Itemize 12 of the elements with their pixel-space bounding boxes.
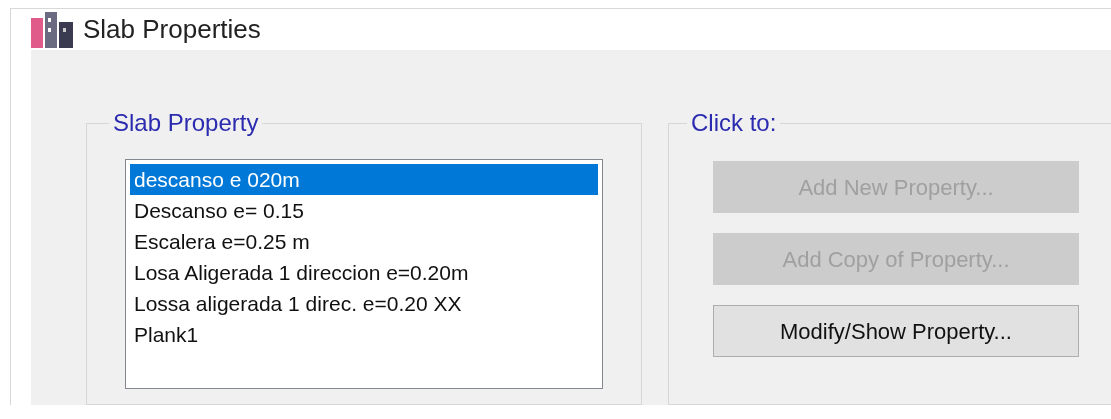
action-button[interactable]: Modify/Show Property... — [713, 305, 1079, 357]
group-title: Click to: — [690, 108, 778, 138]
list-item[interactable]: Plank1 — [130, 319, 598, 350]
window-title: Slab Properties — [83, 13, 261, 46]
list-item[interactable]: descanso e 020m — [130, 164, 598, 195]
group-title: Slab Property — [112, 108, 260, 138]
app-icon — [31, 11, 73, 48]
list-item[interactable]: Lossa aligerada 1 direc. e=0.20 XX — [130, 288, 598, 319]
property-list[interactable]: descanso e 020m Descanso e= 0.15 Escalera e=0.25 m Losa Aligerada 1 direccion e=0.20m Lossa aligerada 1 direc. e=0.20 XX Plank1 — [125, 159, 603, 389]
list-item[interactable]: Descanso e= 0.15 — [130, 195, 598, 226]
list-item[interactable]: Losa Aligerada 1 direccion e=0.20m — [130, 257, 598, 288]
list-item[interactable]: Escalera e=0.25 m — [130, 226, 598, 257]
